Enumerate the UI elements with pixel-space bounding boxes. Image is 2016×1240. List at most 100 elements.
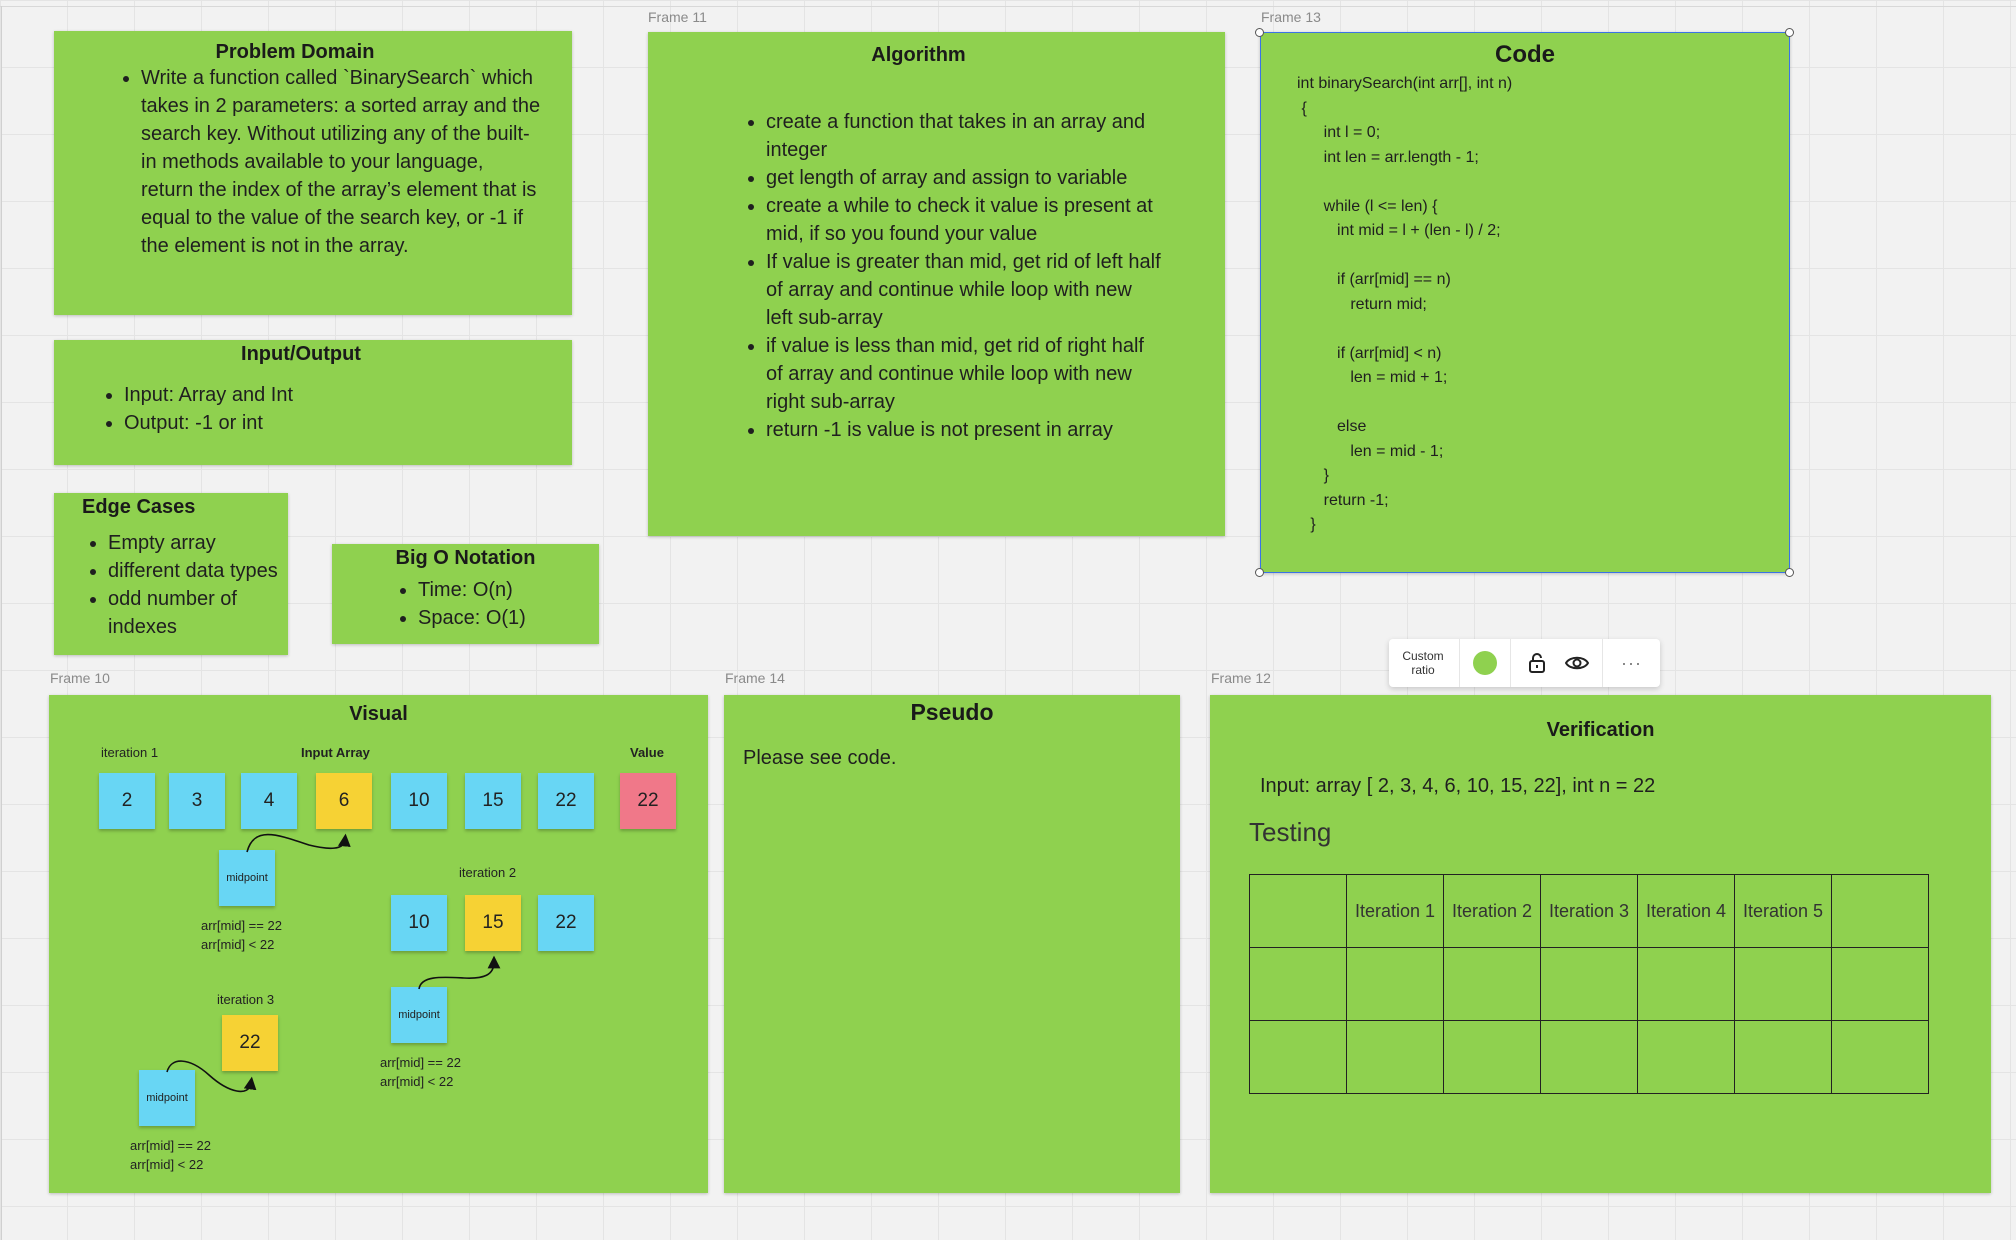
list-item: create a function that takes in an array… — [766, 108, 1161, 164]
eye-icon — [1565, 656, 1589, 670]
resize-handle-top-left[interactable] — [1255, 28, 1264, 37]
testing-heading: Testing — [1249, 817, 1332, 847]
list-item: Empty array — [108, 529, 308, 557]
algorithm-title: Algorithm — [871, 44, 966, 66]
table-cell[interactable] — [1346, 947, 1444, 1021]
lock-icon — [1529, 653, 1545, 673]
code-line: return -1; — [1297, 491, 1389, 509]
input-output-sticky[interactable]: Input/Output Input: Array and Int Output… — [54, 340, 572, 465]
big-o-title: Big O Notation — [395, 547, 536, 569]
frame-label-10[interactable]: Frame 10 — [50, 670, 110, 686]
frame-label-14[interactable]: Frame 14 — [725, 670, 785, 686]
code-line: int len = arr.length - 1; — [1297, 148, 1479, 166]
code-line: else — [1297, 418, 1367, 435]
list-item: Time: O(n) — [418, 576, 608, 604]
verification-title: Verification — [1546, 719, 1655, 741]
table-cell[interactable] — [1831, 1020, 1929, 1094]
table-cell[interactable] — [1249, 947, 1347, 1021]
edge-cases-list: Empty array different data types odd num… — [86, 529, 308, 641]
table-cell[interactable] — [1637, 947, 1735, 1021]
arrow-connector[interactable] — [166, 1060, 257, 1093]
edge-cases-title: Edge Cases — [82, 496, 196, 518]
pseudo-frame[interactable]: Pseudo Please see code. — [724, 695, 1180, 1193]
visual-frame[interactable]: Visual iteration 1 Input Array Value 2 3… — [49, 695, 708, 1193]
arrow-connector[interactable] — [418, 955, 501, 990]
problem-domain-list: Write a function called `BinarySearch` w… — [119, 64, 541, 260]
list-item: If value is greater than mid, get rid of… — [766, 248, 1161, 332]
table-cell[interactable]: Iteration 3 — [1540, 874, 1638, 948]
table-cell[interactable]: Iteration 4 — [1637, 874, 1735, 948]
table-cell[interactable] — [1249, 874, 1347, 948]
frame-label-11[interactable]: Frame 11 — [648, 9, 707, 25]
table-cell[interactable] — [1346, 1020, 1444, 1094]
code-line: if (arr[mid] == n) — [1297, 271, 1451, 288]
canvas-left-border — [1, 6, 2, 1240]
selection-toolbar: Custom ratio ··· — [1389, 639, 1660, 687]
edge-cases-sticky[interactable]: Edge Cases Empty array different data ty… — [54, 493, 288, 655]
list-item: Space: O(1) — [418, 604, 608, 632]
table-cell[interactable] — [1831, 874, 1929, 948]
table-cell[interactable] — [1637, 1020, 1735, 1094]
toolbar-divider — [1510, 639, 1511, 687]
code-line: int binarySearch(int arr[], int n) — [1297, 75, 1513, 92]
pseudo-text: Please see code. — [743, 747, 897, 769]
color-picker-button[interactable] — [1460, 639, 1510, 687]
visibility-button[interactable] — [1557, 639, 1597, 687]
pseudo-title: Pseudo — [910, 699, 994, 725]
list-item: Input: Array and Int — [124, 381, 524, 409]
resize-handle-top-right[interactable] — [1785, 28, 1794, 37]
table-cell[interactable] — [1249, 1020, 1347, 1094]
table-cell[interactable]: Iteration 2 — [1443, 874, 1541, 948]
arrow-connectors — [166, 833, 501, 1093]
table-row: Iteration 1 Iteration 2 Iteration 3 Iter… — [1249, 874, 1929, 948]
table-cell[interactable] — [1831, 947, 1929, 1021]
algorithm-list: create a function that takes in an array… — [744, 108, 1161, 444]
list-item: if value is less than mid, get rid of ri… — [766, 332, 1161, 416]
verification-input: Input: array [ 2, 3, 4, 6, 10, 15, 22], … — [1260, 775, 1656, 797]
table-cell[interactable] — [1443, 947, 1541, 1021]
table-row — [1249, 947, 1929, 1021]
table-cell[interactable] — [1540, 1020, 1638, 1094]
table-cell[interactable] — [1734, 1020, 1832, 1094]
table-cell[interactable] — [1734, 947, 1832, 1021]
list-item: different data types — [108, 557, 308, 585]
code-line: if (arr[mid] < n) — [1297, 344, 1442, 362]
code-line: len = mid - 1; — [1297, 442, 1444, 460]
color-swatch — [1473, 651, 1497, 675]
table-cell[interactable]: Iteration 1 — [1346, 874, 1444, 948]
verification-table: Iteration 1 Iteration 2 Iteration 3 Iter… — [1249, 874, 1929, 1094]
code-frame[interactable]: Code int binarySearch(int arr[], int n) … — [1260, 32, 1790, 573]
list-item: return -1 is value is not present in arr… — [766, 416, 1161, 444]
big-o-sticky[interactable]: Big O Notation Time: O(n) Space: O(1) — [332, 544, 599, 644]
code-line: int mid = l + (len - l) / 2; — [1297, 222, 1501, 239]
list-item: get length of array and assign to variab… — [766, 164, 1161, 192]
problem-domain-sticky[interactable]: Problem Domain Write a function called `… — [54, 31, 572, 315]
table-cell[interactable] — [1443, 1020, 1541, 1094]
table-cell[interactable] — [1540, 947, 1638, 1021]
input-output-title: Input/Output — [241, 343, 361, 365]
algorithm-frame[interactable]: Algorithm create a function that takes i… — [648, 32, 1225, 536]
big-o-list: Time: O(n) Space: O(1) — [396, 576, 608, 632]
resize-handle-bottom-right[interactable] — [1785, 568, 1794, 577]
code-line: { — [1297, 99, 1307, 117]
frame-label-13[interactable]: Frame 13 — [1261, 9, 1321, 25]
list-item: odd number of indexes — [108, 585, 308, 641]
arrow-connector[interactable] — [246, 833, 351, 853]
code-line: return mid; — [1297, 295, 1427, 313]
custom-ratio-label: Custom ratio — [1402, 649, 1444, 677]
resize-handle-bottom-left[interactable] — [1255, 568, 1264, 577]
more-button[interactable]: ··· — [1603, 639, 1660, 687]
custom-ratio-button[interactable]: Custom ratio — [1389, 639, 1457, 687]
input-output-list: Input: Array and Int Output: -1 or int — [102, 381, 524, 437]
code-line: } — [1297, 516, 1316, 533]
list-item: Output: -1 or int — [124, 409, 524, 437]
code-line: while (l <= len) { — [1297, 197, 1438, 215]
list-item: create a while to check it value is pres… — [766, 192, 1161, 248]
verification-frame[interactable]: Verification Input: array [ 2, 3, 4, 6, … — [1210, 695, 1991, 1193]
table-cell[interactable]: Iteration 5 — [1734, 874, 1832, 948]
lock-button[interactable] — [1517, 639, 1557, 687]
more-icon: ··· — [1621, 652, 1642, 673]
code-line: } — [1297, 467, 1330, 484]
frame-label-12[interactable]: Frame 12 — [1211, 670, 1271, 686]
code-title: Code — [1495, 41, 1555, 68]
